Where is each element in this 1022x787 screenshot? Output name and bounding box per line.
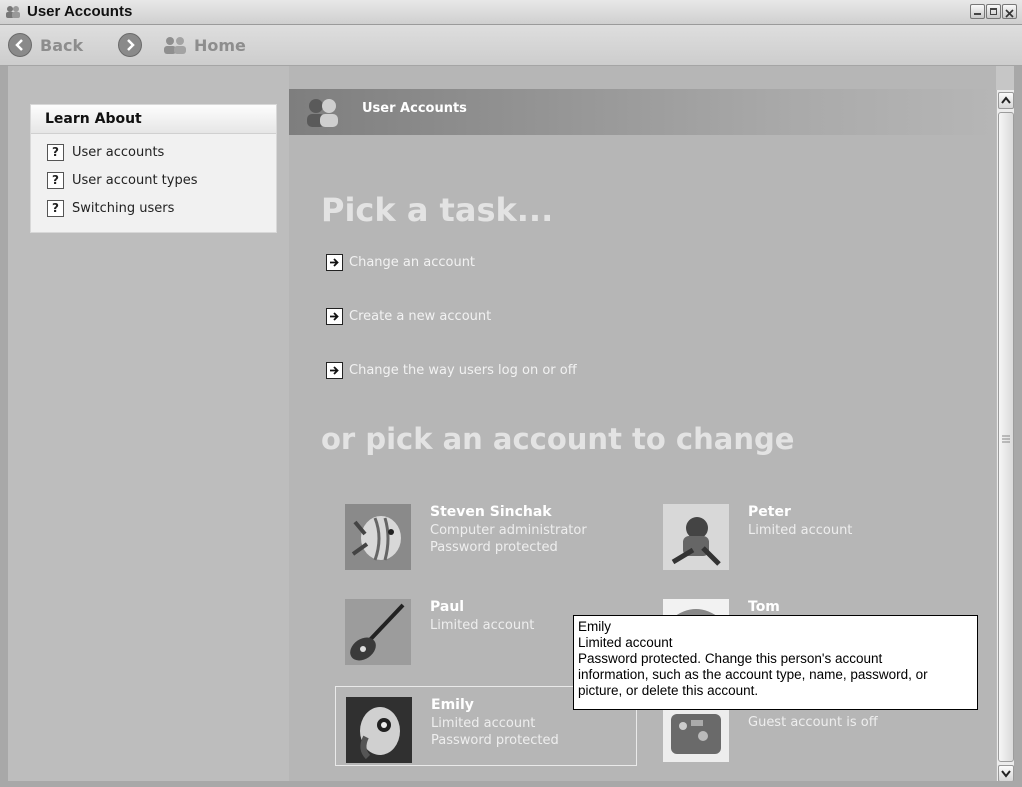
account-type: Limited account	[431, 716, 536, 731]
tooltip-line: Password protected. Change this person's…	[578, 651, 883, 666]
task-label: Change the way users log on or off	[349, 362, 577, 378]
learn-item-user-accounts[interactable]: ? User accounts	[47, 142, 164, 162]
account-name: Emily	[431, 697, 474, 713]
arrow-right-icon	[326, 253, 343, 271]
help-icon: ?	[47, 171, 64, 189]
pick-account-heading: or pick an account to change	[321, 422, 795, 456]
tooltip-line: picture, or delete this account.	[578, 683, 759, 698]
close-icon	[1005, 9, 1014, 18]
account-name: Paul	[430, 599, 465, 615]
account-steven-sinchak[interactable]: Steven Sinchak Computer administrator Pa…	[335, 494, 635, 572]
back-arrow-icon	[8, 33, 32, 57]
scroll-thumb[interactable]	[998, 112, 1014, 762]
learn-item-switching-users[interactable]: ? Switching users	[47, 198, 174, 218]
astronaut-avatar	[663, 504, 729, 570]
user-accounts-app-icon	[6, 6, 20, 18]
forward-arrow-icon	[118, 33, 142, 57]
task-label: Change an account	[349, 254, 476, 270]
tooltip-line: Limited account	[578, 635, 673, 650]
home-button[interactable]: Home	[162, 32, 246, 58]
window-frame-bottom	[0, 781, 1022, 787]
guitar-avatar	[345, 599, 411, 665]
account-name: Tom	[748, 599, 780, 615]
chevron-up-icon	[1001, 96, 1011, 104]
user-accounts-window: User Accounts Back Home Learn About ? Us…	[0, 0, 1022, 787]
task-create-account[interactable]: Create a new account	[326, 306, 491, 326]
learn-item-user-account-types[interactable]: ? User account types	[47, 170, 198, 190]
back-button[interactable]: Back	[8, 32, 83, 58]
navigation-toolbar: Back Home	[0, 25, 1022, 66]
left-task-pane: Learn About ? User accounts ? User accou…	[0, 66, 289, 787]
minimize-button[interactable]	[970, 4, 985, 19]
fish-avatar	[345, 504, 411, 570]
learn-about-heading: Learn About	[31, 105, 276, 134]
account-peter[interactable]: Peter Limited account	[653, 494, 953, 572]
scroll-down-button[interactable]	[998, 765, 1014, 782]
home-label: Home	[194, 35, 246, 55]
account-name: Steven Sinchak	[430, 504, 552, 520]
chevron-down-icon	[1001, 770, 1011, 778]
account-password-status: Password protected	[430, 540, 558, 555]
tooltip-line: Emily	[578, 619, 611, 634]
arrow-right-icon	[326, 361, 343, 379]
account-name: Peter	[748, 504, 791, 520]
learn-item-label: User account types	[72, 172, 198, 188]
main-header-title: User Accounts	[362, 101, 467, 116]
task-change-logon[interactable]: Change the way users log on or off	[326, 360, 577, 380]
tooltip-line: information, such as the account type, n…	[578, 667, 928, 682]
help-icon: ?	[47, 143, 64, 161]
arrow-right-icon	[326, 307, 343, 325]
forward-button[interactable]	[118, 32, 142, 58]
window-title: User Accounts	[27, 3, 133, 20]
account-type: Computer administrator	[430, 523, 587, 538]
account-type: Limited account	[430, 618, 535, 633]
parrot-avatar	[346, 697, 412, 763]
close-button[interactable]	[1002, 4, 1017, 19]
scroll-up-button[interactable]	[998, 92, 1014, 109]
back-label: Back	[40, 35, 84, 55]
pick-task-heading: Pick a task...	[321, 191, 554, 229]
account-password-status: Password protected	[431, 733, 559, 748]
task-change-account[interactable]: Change an account	[326, 252, 475, 272]
learn-item-label: User accounts	[72, 144, 165, 160]
main-header-banner: User Accounts	[289, 89, 996, 135]
users-home-icon	[164, 37, 186, 54]
learn-about-panel: Learn About ? User accounts ? User accou…	[30, 104, 277, 233]
user-accounts-header-icon	[307, 99, 338, 127]
maximize-button[interactable]	[986, 4, 1001, 19]
window-frame-right	[1014, 66, 1022, 787]
guest-status: Guest account is off	[748, 715, 878, 730]
grip-icon	[1002, 435, 1010, 443]
help-icon: ?	[47, 199, 64, 217]
vertical-scrollbar[interactable]	[996, 90, 1015, 783]
learn-item-label: Switching users	[72, 200, 175, 216]
account-type: Limited account	[748, 523, 853, 538]
task-label: Create a new account	[349, 308, 492, 324]
account-tooltip: Emily Limited account Password protected…	[573, 615, 978, 710]
title-bar[interactable]: User Accounts	[0, 0, 1022, 25]
